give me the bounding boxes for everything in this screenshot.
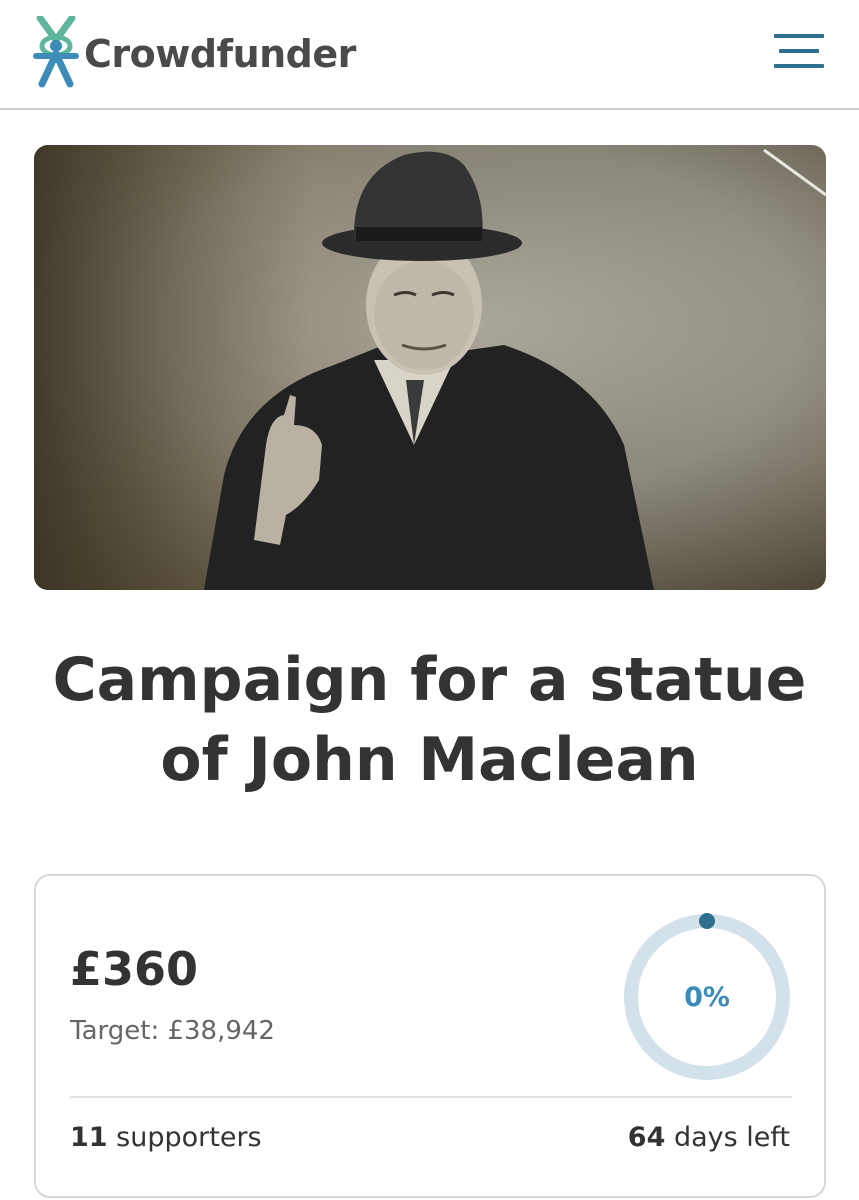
menu-line (779, 49, 819, 53)
campaign-title-line1: Campaign for a statue (52, 645, 807, 715)
funding-target: Target: £38,942 (70, 1016, 275, 1046)
supporters-number: 11 (70, 1122, 108, 1153)
days-left: 64 days left (628, 1122, 790, 1153)
hamburger-menu-icon (774, 34, 824, 38)
menu-button[interactable] (770, 34, 826, 70)
sepia-photo (34, 145, 826, 590)
progress-ring-dot (699, 913, 715, 929)
supporters-count: 11 supporters (70, 1122, 262, 1153)
divider (70, 1096, 792, 1098)
crowdfunder-logo[interactable]: Crowdfunder (32, 14, 356, 90)
campaign-title-line2: of John Maclean (160, 725, 699, 795)
days-number: 64 (627, 1122, 666, 1153)
site-header: Crowdfunder (0, 0, 859, 110)
percent-funded: 0% (684, 982, 730, 1013)
funding-stats-card: £360 Target: £38,942 0% 11 supporters 64… (34, 874, 826, 1198)
days-label: days left (673, 1122, 790, 1153)
brand-name: Crowdfunder (84, 32, 356, 76)
campaign-hero-image (34, 145, 826, 590)
crowdfunder-person-icon (33, 16, 79, 88)
menu-line (774, 64, 824, 68)
campaign-title: Campaign for a statue of John Maclean (0, 640, 859, 800)
amount-raised: £360 (70, 942, 199, 996)
supporters-label: supporters (116, 1122, 262, 1153)
